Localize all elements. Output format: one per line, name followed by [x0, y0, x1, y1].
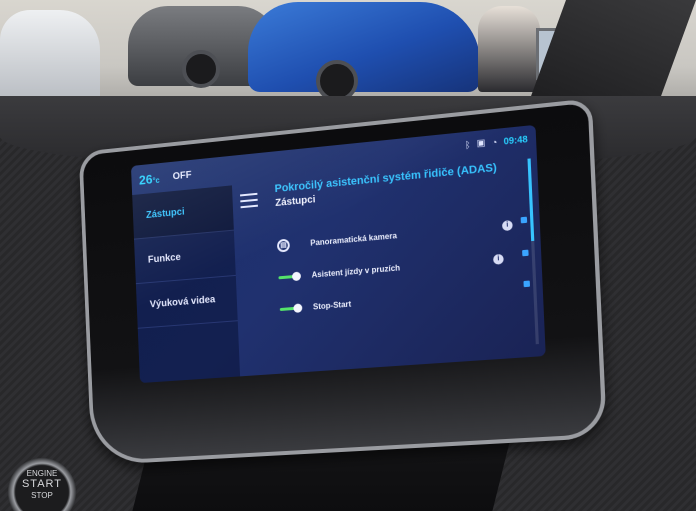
- info-icon[interactable]: i: [501, 220, 513, 232]
- network-icon: ▣: [476, 137, 486, 149]
- info-icon[interactable]: i: [492, 253, 504, 265]
- temperature-unit: °c: [152, 175, 160, 185]
- start-button-line1: ENGINE: [26, 468, 58, 478]
- photo-scene: ENGINE START STOP 26°c OFF ᛒ ▣ ◔ 09:48 Z…: [0, 0, 696, 511]
- temperature-value: 26: [138, 171, 153, 188]
- start-button-line3: STOP: [31, 490, 53, 500]
- nav-item-label: Zástupci: [145, 206, 185, 221]
- ac-state[interactable]: OFF: [172, 169, 191, 182]
- blue-car: [248, 2, 480, 102]
- nav-item-videos[interactable]: Výuková videa: [135, 275, 238, 329]
- clock: 09:48: [503, 133, 528, 147]
- hamburger-menu-icon[interactable]: [240, 192, 258, 209]
- screen-bezel: 26°c OFF ᛒ ▣ ◔ 09:48 Zástupci Funkce Výu…: [78, 98, 608, 466]
- nav-item-label: Výuková videa: [149, 294, 216, 311]
- infotainment-display: 26°c OFF ᛒ ▣ ◔ 09:48 Zástupci Funkce Výu…: [130, 124, 546, 384]
- white-car: [0, 10, 100, 102]
- toggle-switch[interactable]: [278, 274, 298, 279]
- wifi-icon: ◔: [491, 136, 498, 148]
- side-marker: [520, 216, 528, 224]
- list-item-label: Asistent jízdy v pruzích: [311, 262, 401, 280]
- side-marker: [523, 280, 531, 288]
- toggle-switch[interactable]: [279, 306, 300, 311]
- scrollbar-thumb[interactable]: [527, 158, 535, 242]
- nav-item-label: Funkce: [147, 252, 181, 266]
- person: [478, 6, 540, 92]
- side-marker: [522, 249, 529, 257]
- start-button-line2: START: [21, 477, 63, 490]
- bluetooth-icon: ᛒ: [464, 139, 471, 150]
- list-item-label: Panoramatická kamera: [310, 230, 398, 248]
- camera-icon: ▤: [276, 238, 291, 253]
- list-item-label: Stop-Start: [312, 299, 352, 311]
- wheel: [182, 50, 220, 88]
- temperature[interactable]: 26°c: [139, 170, 160, 187]
- side-nav: Zástupci Funkce Výuková videa: [132, 185, 241, 384]
